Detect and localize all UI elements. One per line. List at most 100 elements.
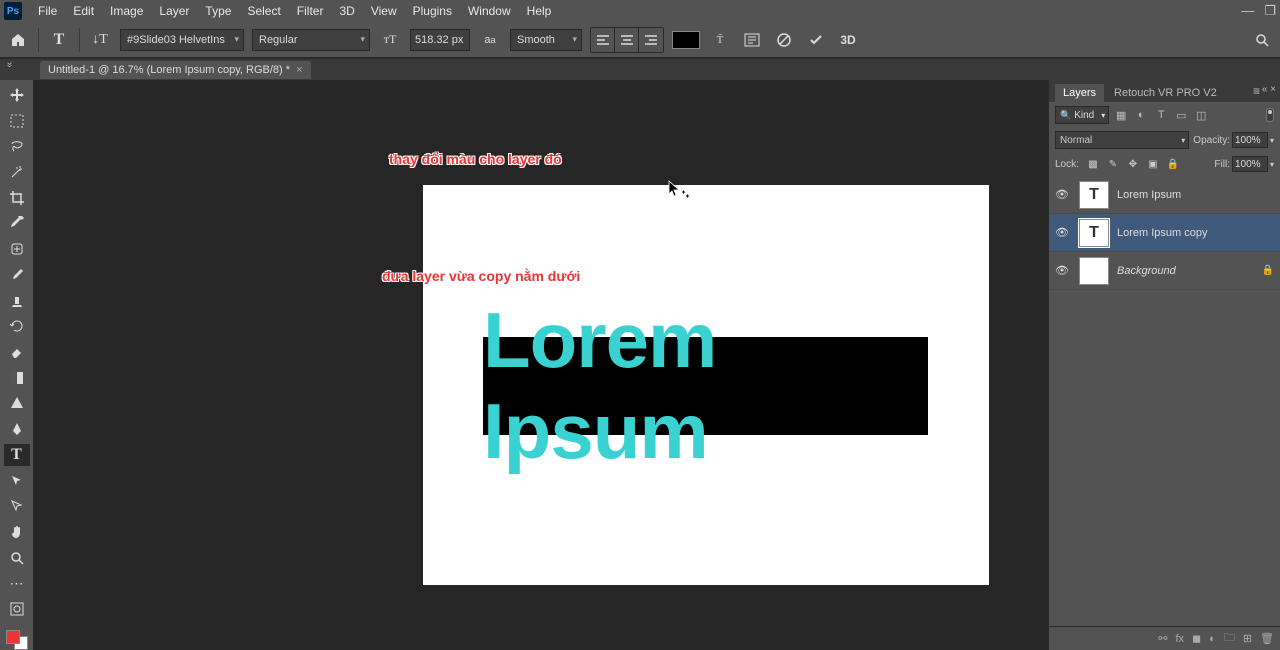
menu-edit[interactable]: Edit (65, 2, 102, 20)
layer-name[interactable]: Lorem Ipsum (1117, 189, 1181, 201)
align-left-icon[interactable] (591, 28, 615, 52)
menu-image[interactable]: Image (102, 2, 151, 20)
text-orientation-icon[interactable]: ↓T (88, 28, 112, 52)
layer-list: 👁 T Lorem Ipsum 👁 T Lorem Ipsum copy 👁 B… (1049, 176, 1280, 626)
group-icon[interactable]: 🗀 (1224, 629, 1235, 648)
menu-file[interactable]: File (30, 2, 65, 20)
filter-shape-icon[interactable]: ▭ (1173, 107, 1189, 123)
font-family-dropdown[interactable]: #9Slide03 HelvetIns (120, 29, 244, 51)
eraser-tool[interactable] (4, 341, 30, 363)
zoom-tool[interactable] (4, 547, 30, 569)
text-layer-rendered[interactable]: Lorem Ipsum (483, 337, 928, 435)
visibility-icon[interactable]: 👁 (1055, 264, 1071, 277)
eyedropper-tool[interactable] (4, 213, 30, 235)
commit-icon[interactable] (804, 28, 828, 52)
cancel-icon[interactable] (772, 28, 796, 52)
layer-name[interactable]: Lorem Ipsum copy (1117, 227, 1207, 239)
font-style-dropdown[interactable]: Regular (252, 29, 370, 51)
layer-thumbnail[interactable]: T (1079, 181, 1109, 209)
search-icon[interactable] (1250, 28, 1274, 52)
minimize-icon[interactable]: — (1241, 3, 1254, 19)
lock-all-icon[interactable]: 🔒 (1165, 156, 1181, 172)
home-icon[interactable] (6, 28, 30, 52)
filter-toggle[interactable] (1266, 108, 1274, 122)
lock-transparency-icon[interactable]: ▩ (1085, 156, 1101, 172)
visibility-icon[interactable]: 👁 (1055, 226, 1071, 239)
panel-menu-icon[interactable]: ≡ (1253, 84, 1260, 98)
align-right-icon[interactable] (639, 28, 663, 52)
crop-tool[interactable] (4, 187, 30, 209)
menu-filter[interactable]: Filter (289, 2, 332, 20)
type-tool[interactable]: T (4, 444, 30, 466)
tab-retouch-vr[interactable]: Retouch VR PRO V2 (1106, 84, 1225, 102)
canvas-area[interactable]: Lorem Ipsum thay đổi màu cho layer đó đư… (34, 80, 1048, 650)
brush-tool[interactable] (4, 264, 30, 286)
layer-thumbnail[interactable]: T (1079, 219, 1109, 247)
menu-help[interactable]: Help (519, 2, 560, 20)
expand-panels-icon[interactable]: » (4, 62, 15, 68)
adjustment-icon[interactable]: ◐ (1209, 633, 1216, 645)
menu-3d[interactable]: 3D (331, 2, 362, 20)
collapse-panel-icon[interactable]: « × (1262, 84, 1276, 95)
warp-text-icon[interactable]: T̃ (708, 28, 732, 52)
filter-type-icon[interactable]: T (1153, 107, 1169, 123)
pen-tool[interactable] (4, 418, 30, 440)
lock-position-icon[interactable]: ✥ (1125, 156, 1141, 172)
fx-icon[interactable]: fx (1175, 633, 1184, 645)
align-center-icon[interactable] (615, 28, 639, 52)
character-panel-icon[interactable] (740, 28, 764, 52)
filter-smart-icon[interactable]: ◫ (1193, 107, 1209, 123)
blend-mode-dropdown[interactable]: Normal (1055, 131, 1189, 149)
close-tab-icon[interactable]: × (296, 64, 302, 76)
foreground-color-swatch[interactable] (6, 630, 20, 644)
lock-pixels-icon[interactable]: ✎ (1105, 156, 1121, 172)
link-layers-icon[interactable]: ⚯ (1158, 632, 1167, 645)
menu-view[interactable]: View (363, 2, 405, 20)
new-layer-icon[interactable]: ⊞ (1243, 632, 1252, 645)
gradient-tool[interactable] (4, 367, 30, 389)
hand-tool[interactable] (4, 521, 30, 543)
menu-select[interactable]: Select (239, 2, 288, 20)
lasso-tool[interactable] (4, 135, 30, 157)
antialias-dropdown[interactable]: Smooth (510, 29, 582, 51)
visibility-icon[interactable]: 👁 (1055, 188, 1071, 201)
delete-layer-icon[interactable]: 🗑 (1260, 632, 1274, 645)
opacity-field[interactable]: 100% (1232, 132, 1268, 148)
layer-name[interactable]: Background (1117, 265, 1176, 277)
layer-row[interactable]: 👁 T Lorem Ipsum copy (1049, 214, 1280, 252)
color-swatches[interactable] (6, 630, 28, 650)
3d-button[interactable]: 3D (836, 28, 860, 52)
move-tool[interactable] (4, 84, 30, 106)
font-size-field[interactable]: 518.32 px (410, 29, 470, 51)
layer-thumbnail[interactable] (1079, 257, 1109, 285)
menu-layer[interactable]: Layer (151, 2, 197, 20)
shape-tool[interactable] (4, 393, 30, 415)
mask-icon[interactable]: ◼ (1192, 632, 1201, 645)
magic-wand-tool[interactable] (4, 161, 30, 183)
healing-brush-tool[interactable] (4, 238, 30, 260)
menu-plugins[interactable]: Plugins (405, 2, 460, 20)
layer-lock-icon[interactable]: 🔒 (1262, 265, 1274, 276)
marquee-tool[interactable] (4, 110, 30, 132)
edit-toolbar-icon[interactable]: ⋯ (4, 573, 30, 595)
type-tool-preset-icon[interactable]: T (47, 28, 71, 52)
direct-selection-tool[interactable] (4, 496, 30, 518)
tab-layers[interactable]: Layers (1055, 84, 1104, 102)
menu-window[interactable]: Window (460, 2, 519, 20)
clone-stamp-tool[interactable] (4, 290, 30, 312)
quick-mask-icon[interactable] (4, 598, 30, 620)
filter-adjust-icon[interactable]: ◐ (1133, 107, 1149, 123)
layer-row[interactable]: 👁 T Lorem Ipsum (1049, 176, 1280, 214)
menu-type[interactable]: Type (197, 2, 239, 20)
layer-row[interactable]: 👁 Background 🔒 (1049, 252, 1280, 290)
text-color-swatch[interactable] (672, 31, 700, 49)
fill-field[interactable]: 100% (1232, 156, 1268, 172)
lock-artboard-icon[interactable]: ▣ (1145, 156, 1161, 172)
history-brush-tool[interactable] (4, 315, 30, 337)
filter-kind-dropdown[interactable]: Kind (1055, 106, 1109, 124)
document-canvas[interactable]: Lorem Ipsum (423, 185, 989, 585)
filter-pixel-icon[interactable]: ▦ (1113, 107, 1129, 123)
maximize-icon[interactable]: ❐ (1264, 3, 1276, 19)
document-tab[interactable]: Untitled-1 @ 16.7% (Lorem Ipsum copy, RG… (40, 61, 311, 79)
path-selection-tool[interactable] (4, 470, 30, 492)
